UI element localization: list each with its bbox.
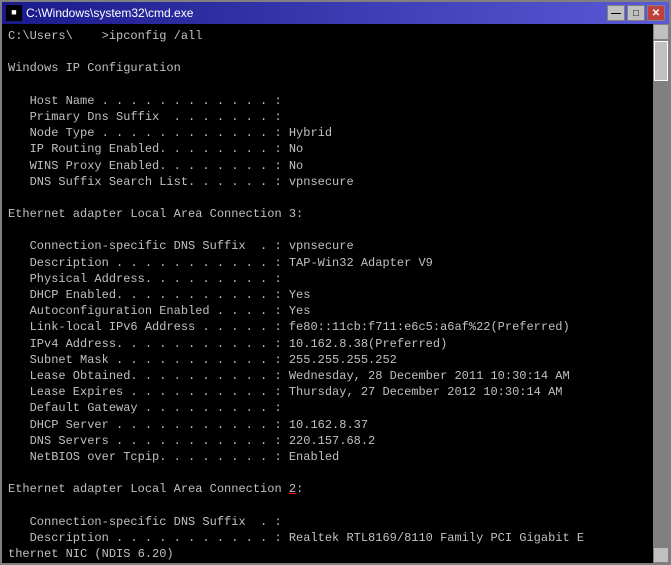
terminal-content: C:\Users\ >ipconfig /all Windows IP Conf… xyxy=(2,24,669,563)
window-icon: ■ xyxy=(6,5,22,21)
maximize-button[interactable]: □ xyxy=(627,5,645,21)
window-title: C:\Windows\system32\cmd.exe xyxy=(26,6,193,20)
scroll-down-button[interactable]: ▼ xyxy=(653,547,669,563)
title-buttons: — □ ✕ xyxy=(607,5,665,21)
title-bar-left: ■ C:\Windows\system32\cmd.exe xyxy=(6,5,193,21)
scrollbar-track xyxy=(653,40,669,547)
scroll-up-button[interactable]: ▲ xyxy=(653,24,669,40)
scrollbar[interactable]: ▲ ▼ xyxy=(653,24,669,563)
close-button[interactable]: ✕ xyxy=(647,5,665,21)
scrollbar-thumb[interactable] xyxy=(654,41,668,81)
cmd-window: ■ C:\Windows\system32\cmd.exe — □ ✕ C:\U… xyxy=(0,0,671,565)
terminal-output: C:\Users\ >ipconfig /all Windows IP Conf… xyxy=(8,28,663,563)
title-bar: ■ C:\Windows\system32\cmd.exe — □ ✕ xyxy=(2,2,669,24)
minimize-button[interactable]: — xyxy=(607,5,625,21)
